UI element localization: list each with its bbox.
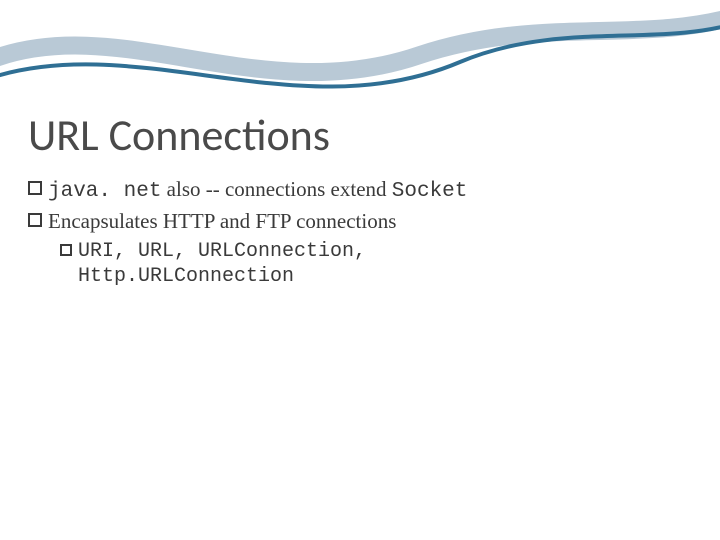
bullet-1-mid: also -- connections extend [161,177,391,201]
bullet-square-icon [28,213,42,227]
wave-light [0,15,720,72]
bullet-1-text: java. net also -- connections extend Soc… [48,176,467,206]
bullet-1-code-a: java. net [48,180,161,203]
slide-title: URL Connections [28,108,330,162]
bullet-square-icon [60,244,72,256]
subbullet-1-line1: URI, URL, URLConnection, [78,239,366,265]
bullet-2: Encapsulates HTTP and FTP connections [28,208,688,235]
slide: URL Connections java. net also -- connec… [0,0,720,540]
subbullet-1-text: URI, URL, URLConnection, Http.URLConnect… [78,239,366,290]
slide-content: java. net also -- connections extend Soc… [28,176,688,290]
bullet-2-text: Encapsulates HTTP and FTP connections [48,208,396,235]
bullet-1-code-b: Socket [392,180,468,203]
subbullet-1-line2: Http.URLConnection [78,264,366,290]
subbullet-1: URI, URL, URLConnection, Http.URLConnect… [60,239,688,290]
wave-dark [0,22,720,87]
bullet-square-icon [28,181,42,195]
wave-decor [0,0,720,120]
bullet-1: java. net also -- connections extend Soc… [28,176,688,206]
